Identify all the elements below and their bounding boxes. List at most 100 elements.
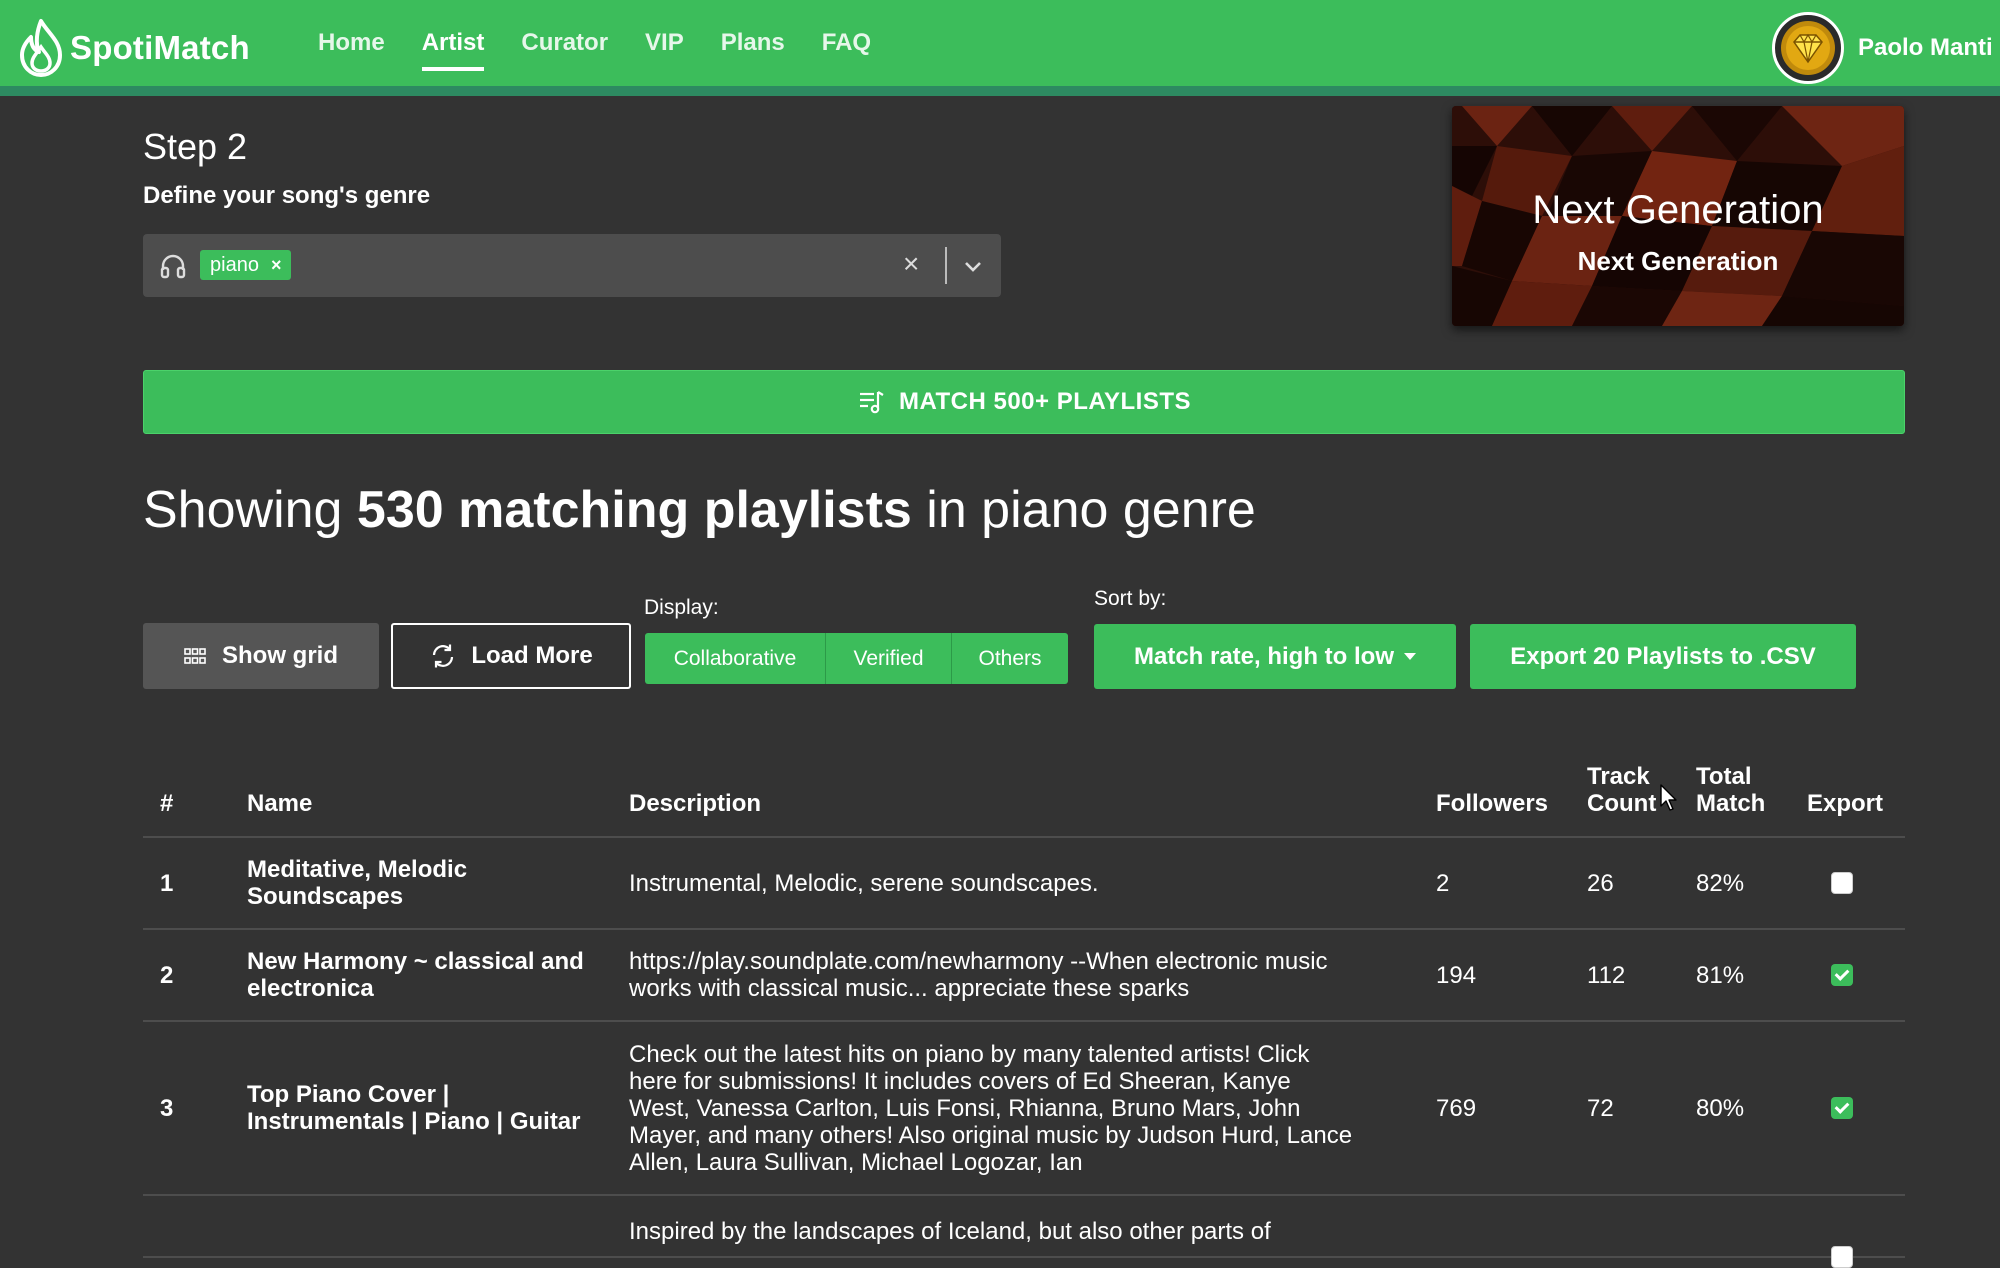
cell-num: 1 (160, 870, 174, 897)
show-grid-label: Show grid (222, 642, 338, 669)
cell-track-count: 72 (1587, 1095, 1614, 1122)
header-num: # (160, 790, 174, 817)
nav-artist[interactable]: Artist (421, 29, 484, 71)
cell-description-line: https://play.soundplate.com/newharmony -… (629, 948, 1328, 975)
header-track-count: Track Count (1587, 763, 1656, 817)
table-row[interactable]: Inspired by the landscapes of Iceland, b… (143, 1196, 1905, 1268)
genre-select[interactable]: piano × × (143, 234, 1001, 297)
cell-followers: 769 (1436, 1095, 1477, 1122)
clear-icon[interactable]: × (903, 248, 919, 280)
cell-name-line: Soundscapes (247, 883, 404, 910)
table-header: # Name Description Followers Track Count… (143, 756, 1905, 838)
display-label: Display: (644, 596, 719, 619)
match-button-label: MATCH 500+ PLAYLISTS (898, 388, 1192, 415)
sort-label: Sort by: (1094, 587, 1167, 610)
cell-name: Top Piano Cover | Instrumentals | Piano |… (247, 1081, 581, 1135)
display-filter-group: Collaborative Verified Others (645, 633, 1068, 684)
header-total-match: Total Match (1696, 763, 1765, 817)
cell-followers: 194 (1436, 962, 1477, 989)
cell-track-count: 112 (1587, 962, 1626, 989)
show-grid-button[interactable]: Show grid (143, 623, 379, 689)
remove-tag-icon[interactable]: × (271, 255, 282, 276)
load-more-label: Load More (471, 642, 593, 669)
nav-vip[interactable]: VIP (645, 29, 684, 57)
banner-subtitle: Next Generation (1577, 246, 1779, 276)
export-csv-button[interactable]: Export 20 Playlists to .CSV (1470, 624, 1856, 689)
header-followers: Followers (1436, 790, 1549, 817)
nav-plans[interactable]: Plans (721, 29, 785, 57)
user-name: Paolo Manti (1858, 34, 1993, 61)
top-navbar: SpotiMatch Home Artist Curator VIP Plans… (0, 0, 2000, 96)
cell-name-line: Top Piano Cover | (247, 1081, 450, 1108)
avatar[interactable] (1772, 12, 1844, 84)
cell-description: Inspired by the landscapes of Iceland, b… (629, 1218, 1271, 1245)
cell-name: New Harmony ~ classical and electronica (247, 948, 584, 1002)
step-title: Step 2 (143, 126, 248, 167)
promo-banner[interactable]: Next Generation Next Generation (1452, 106, 1904, 326)
display-verified[interactable]: Verified (826, 633, 952, 684)
cell-total-match: 82% (1696, 870, 1745, 897)
banner-title: Next Generation (1532, 188, 1824, 232)
table-body: 1 Meditative, Melodic Soundscapes Instrumen… (143, 838, 1905, 1268)
cell-description: Check out the latest hits on piano by ma… (629, 1041, 1352, 1176)
cell-num: 3 (160, 1095, 174, 1122)
export-checkbox[interactable] (1831, 964, 1853, 986)
cell-name-line: electronica (247, 975, 374, 1002)
cell-track-count: 26 (1587, 870, 1614, 897)
cell-name-line: Meditative, Melodic (247, 856, 468, 883)
genre-tag-label: piano (210, 253, 259, 276)
export-checkbox[interactable] (1831, 1097, 1853, 1119)
display-collaborative[interactable]: Collaborative (645, 633, 826, 684)
refresh-icon (433, 644, 454, 668)
export-checkbox[interactable] (1831, 1246, 1853, 1268)
table-row[interactable]: 3 Top Piano Cover | Instrumentals | Piano … (143, 1022, 1905, 1196)
cell-name: Meditative, Melodic Soundscapes (247, 856, 467, 910)
cell-description-line: here for submissions! It includes covers… (629, 1068, 1291, 1095)
genre-tag: piano × (200, 250, 292, 280)
cell-name-line: Instrumentals | Piano | Guitar (247, 1108, 581, 1135)
nav-home[interactable]: Home (318, 29, 385, 57)
header-export: Export (1807, 790, 1884, 817)
results-prefix: Showing (143, 481, 357, 539)
results-heading: Showing 530 matching playlists in piano … (143, 480, 1256, 540)
user-menu[interactable]: Paolo Manti (1772, 10, 1993, 86)
table-row[interactable]: 1 Meditative, Melodic Soundscapes Instrumen… (143, 838, 1905, 930)
cell-description-line: Inspired by the landscapes of Iceland, b… (629, 1218, 1271, 1245)
playlists-table: # Name Description Followers Track Count… (143, 756, 1905, 1268)
table-row[interactable]: 2 New Harmony ~ classical and electronica h… (143, 930, 1905, 1022)
display-others[interactable]: Others (952, 633, 1068, 684)
caret-down-icon (1404, 653, 1416, 660)
results-count: 530 matching playlists (356, 481, 912, 539)
nav-links: Home Artist Curator VIP Plans FAQ (318, 0, 908, 86)
cell-name-line: New Harmony ~ classical and (247, 948, 584, 975)
mouse-cursor-icon (1660, 784, 1677, 811)
diamond-icon (1781, 21, 1835, 75)
match-playlists-button[interactable]: MATCH 500+ PLAYLISTS (143, 370, 1905, 434)
sort-value: Match rate, high to low (1133, 642, 1394, 670)
brand-name: SpotiMatch (70, 29, 250, 66)
chevron-down-icon[interactable] (961, 254, 985, 278)
headphones-icon (160, 254, 186, 279)
header-name: Name (247, 790, 313, 817)
sort-dropdown[interactable]: Match rate, high to low (1094, 624, 1456, 689)
playlist-icon (859, 391, 884, 414)
cell-total-match: 80% (1696, 1095, 1745, 1122)
cell-total-match: 81% (1696, 962, 1745, 989)
cell-description-line: works with classical music... appreciate… (629, 975, 1190, 1002)
select-separator (945, 247, 947, 284)
header-match-line1: Total (1696, 763, 1752, 790)
cell-description-line: Check out the latest hits on piano by ma… (629, 1041, 1310, 1068)
cell-description-line: Mayer, and many others! Also original mu… (629, 1122, 1353, 1149)
cell-description: https://play.soundplate.com/newharmony -… (629, 948, 1328, 1002)
header-description: Description (629, 790, 762, 817)
results-suffix: in piano genre (911, 481, 1256, 539)
load-more-button[interactable]: Load More (391, 623, 631, 689)
nav-curator[interactable]: Curator (521, 29, 608, 57)
export-checkbox[interactable] (1831, 872, 1853, 894)
flame-logo-icon (20, 19, 62, 77)
brand-logo[interactable]: SpotiMatch (18, 16, 250, 80)
header-track-line2: Count (1587, 790, 1657, 817)
header-track-line1: Track (1587, 763, 1650, 790)
nav-faq[interactable]: FAQ (822, 29, 871, 57)
cell-num: 2 (160, 962, 174, 989)
